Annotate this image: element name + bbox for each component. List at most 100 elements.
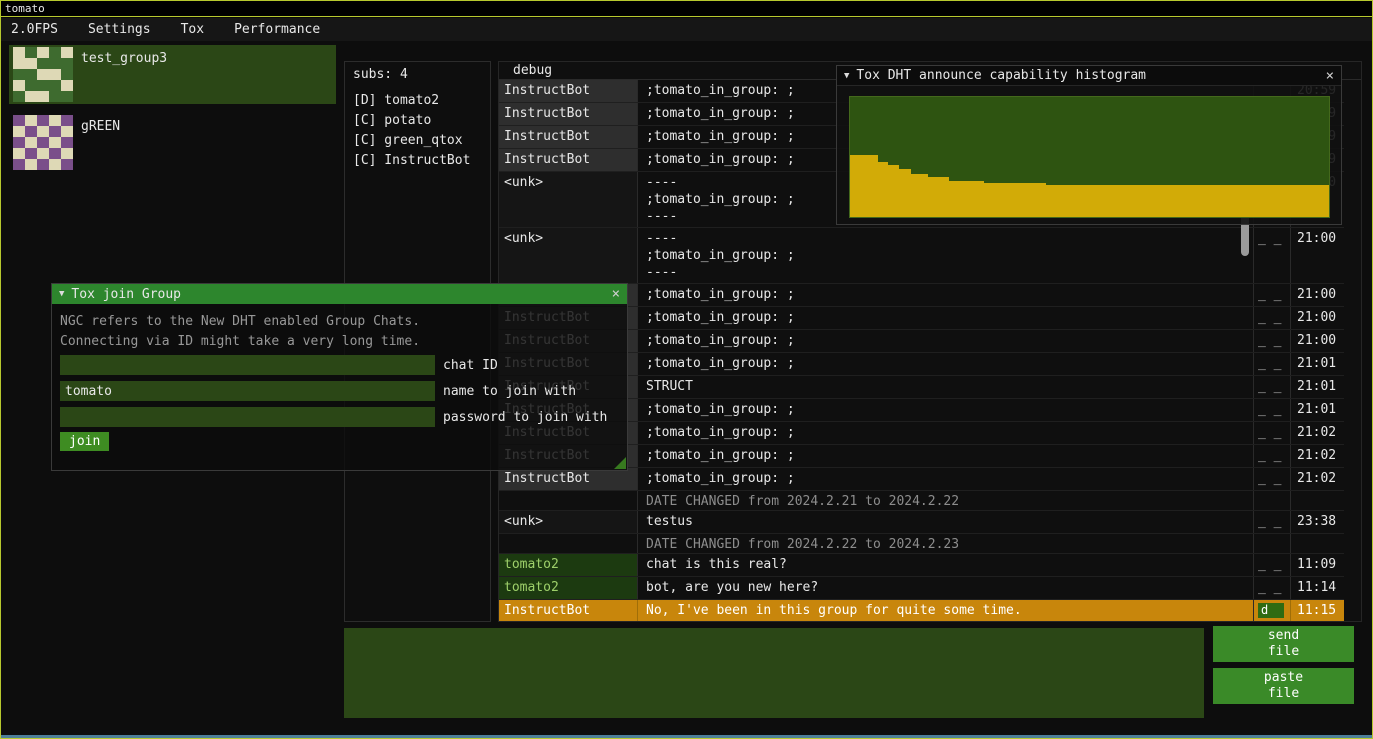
subs-member[interactable]: [C] potato (353, 111, 490, 131)
avatar-pixel (13, 58, 25, 69)
histogram-bar (888, 165, 899, 217)
menu-bar: 2.0FPS Settings Tox Performance (1, 18, 1372, 41)
histogram-bar (1046, 185, 1329, 217)
avatar-pixel (49, 47, 61, 58)
message-text: STRUCT (638, 376, 1254, 398)
chat-id-input[interactable] (60, 355, 435, 375)
message-time: 21:00 (1291, 330, 1344, 352)
message-status: _ _ (1254, 228, 1291, 283)
avatar-pixel (13, 126, 25, 137)
close-icon[interactable]: × (612, 286, 620, 302)
message-author: <unk> (499, 228, 638, 283)
message-text: testus (638, 511, 1254, 533)
chat-message-row[interactable]: <unk>----;tomato_in_group: ;----_ _21:00 (499, 228, 1344, 284)
message-text: ;tomato_in_group: ; (638, 353, 1254, 375)
app-window: tomato 2.0FPS Settings Tox Performance t… (0, 0, 1373, 739)
sidebar-group-test_group3[interactable]: test_group3 (9, 45, 336, 104)
message-author (499, 491, 638, 510)
subs-count-label: subs: 4 (353, 67, 490, 82)
avatar-pixel (25, 137, 37, 148)
message-status (1254, 491, 1291, 510)
sidebar-group-green[interactable]: gREEN (9, 113, 336, 172)
message-time (1291, 491, 1344, 510)
dht-histogram-titlebar[interactable]: ▼ Tox DHT announce capability histogram … (837, 66, 1341, 86)
join-button[interactable]: join (60, 432, 109, 451)
avatar-pixel (25, 47, 37, 58)
avatar-pixel (25, 148, 37, 159)
message-time: 21:00 (1291, 228, 1344, 283)
histogram-bar (911, 174, 927, 217)
avatar-pixel (25, 159, 37, 170)
join-group-titlebar[interactable]: ▼ Tox join Group × (52, 284, 627, 304)
menu-performance[interactable]: Performance (234, 22, 320, 37)
close-icon[interactable]: × (1326, 68, 1334, 84)
join-name-input[interactable] (60, 381, 435, 401)
join-name-label: name to join with (443, 384, 576, 399)
paste-file-button[interactable]: paste file (1213, 668, 1354, 704)
message-time: 23:38 (1291, 511, 1344, 533)
avatar-pixel (61, 69, 73, 80)
message-time (1291, 534, 1344, 553)
message-text: ;tomato_in_group: ; (638, 399, 1254, 421)
message-status: _ _ (1254, 353, 1291, 375)
avatar-pixel (37, 91, 49, 102)
message-time: 21:01 (1291, 376, 1344, 398)
avatar-pixel (13, 69, 25, 80)
group-avatar (13, 47, 73, 102)
join-password-label: password to join with (443, 410, 607, 425)
message-time: 21:01 (1291, 353, 1344, 375)
send-file-button[interactable]: send file (1213, 626, 1354, 662)
menu-settings[interactable]: Settings (88, 22, 151, 37)
avatar-pixel (13, 47, 25, 58)
message-status: _ _ (1254, 422, 1291, 444)
subs-member[interactable]: [C] green_qtox (353, 131, 490, 151)
tab-debug[interactable]: debug (513, 63, 552, 78)
message-text: ;tomato_in_group: ; (638, 445, 1254, 467)
message-status: _ _ (1254, 577, 1291, 599)
resize-grip[interactable] (614, 457, 626, 469)
message-time: 21:02 (1291, 422, 1344, 444)
collapse-arrow-icon[interactable]: ▼ (59, 289, 64, 299)
message-text: chat is this real? (638, 554, 1254, 576)
message-time: 21:01 (1291, 399, 1344, 421)
avatar-pixel (49, 115, 61, 126)
join-password-input[interactable] (60, 407, 435, 427)
message-time: 21:00 (1291, 307, 1344, 329)
avatar-pixel (37, 47, 49, 58)
os-titlebar[interactable]: tomato (1, 1, 1372, 17)
chat-message-row[interactable]: InstructBotNo, I've been in this group f… (499, 600, 1344, 621)
subs-member[interactable]: [D] tomato2 (353, 91, 490, 111)
message-time: 21:02 (1291, 445, 1344, 467)
avatar-pixel (49, 80, 61, 91)
join-desc-line1: NGC refers to the New DHT enabled Group … (60, 314, 420, 329)
date-changed-row[interactable]: DATE CHANGED from 2024.2.22 to 2024.2.23 (499, 534, 1344, 554)
histogram-bar (878, 162, 889, 217)
subs-member[interactable]: [C] InstructBot (353, 151, 490, 171)
dht-histogram-window: ▼ Tox DHT announce capability histogram … (836, 65, 1342, 225)
message-author: tomato2 (499, 577, 638, 599)
avatar-pixel (37, 137, 49, 148)
message-author: InstructBot (499, 149, 638, 171)
chat-id-label: chat ID (443, 358, 498, 373)
avatar-pixel (61, 47, 73, 58)
avatar-pixel (25, 115, 37, 126)
message-time: 11:15 (1291, 600, 1344, 621)
chat-message-row[interactable]: tomato2bot, are you new here?_ _11:14 (499, 577, 1344, 600)
chat-message-row[interactable]: <unk>testus_ _23:38 (499, 511, 1344, 534)
menu-tox[interactable]: Tox (181, 22, 204, 37)
message-author: InstructBot (499, 468, 638, 490)
avatar-pixel (49, 69, 61, 80)
avatar-pixel (13, 91, 25, 102)
chat-message-row[interactable]: tomato2chat is this real?_ _11:09 (499, 554, 1344, 577)
histogram-bar (850, 155, 878, 217)
date-changed-row[interactable]: DATE CHANGED from 2024.2.21 to 2024.2.22 (499, 491, 1344, 511)
message-text: ;tomato_in_group: ; (638, 422, 1254, 444)
chat-message-row[interactable]: InstructBot;tomato_in_group: ;_ _21:02 (499, 468, 1344, 491)
compose-input[interactable] (344, 628, 1204, 718)
avatar-pixel (61, 126, 73, 137)
avatar-pixel (61, 137, 73, 148)
message-time: 11:09 (1291, 554, 1344, 576)
join-desc-line2: Connecting via ID might take a very long… (60, 334, 420, 349)
collapse-arrow-icon[interactable]: ▼ (844, 71, 849, 81)
message-text: ;tomato_in_group: ; (638, 284, 1254, 306)
